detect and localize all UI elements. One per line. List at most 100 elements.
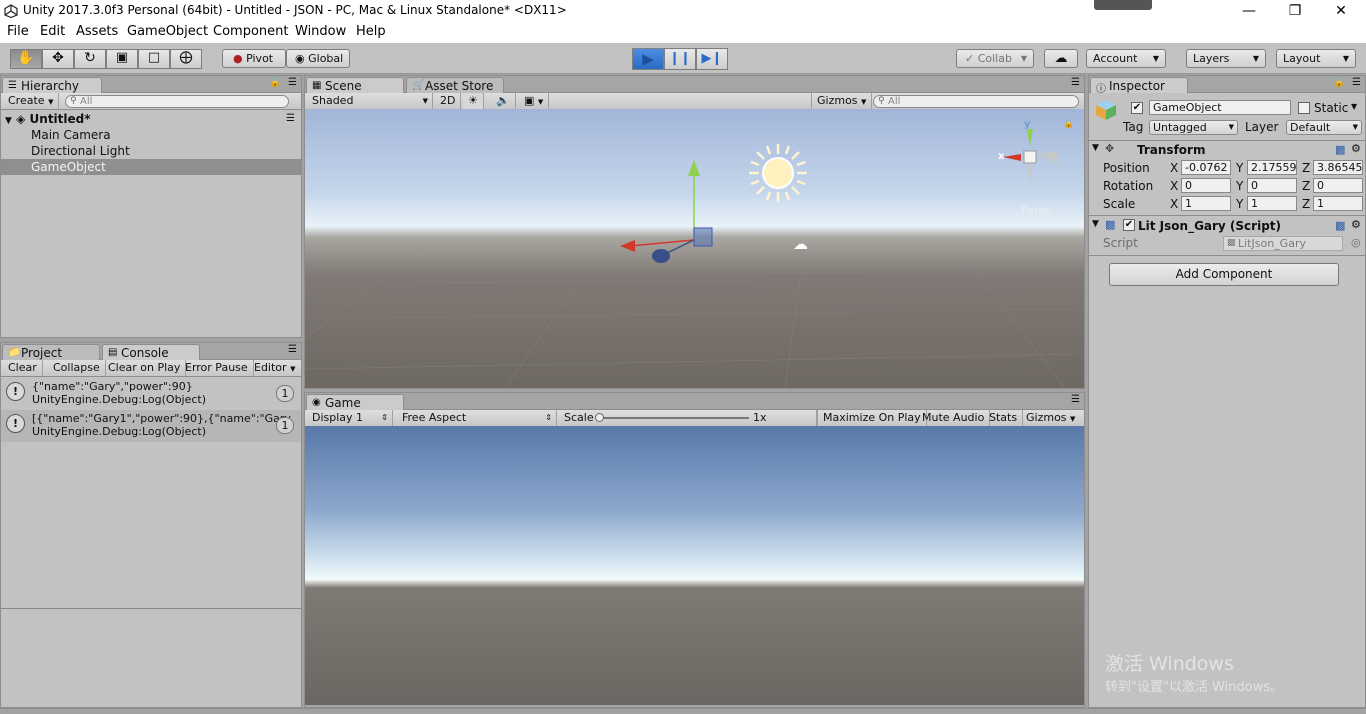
clear-button[interactable]: Clear (3, 360, 43, 376)
game-gizmos-dropdown[interactable]: Gizmos ▼ (1021, 410, 1080, 426)
panel-menu-icon[interactable]: ☰ (1352, 77, 1361, 88)
cloud-button[interactable]: ☁ (1044, 49, 1078, 68)
hand-tool-button[interactable]: ✋ (10, 49, 42, 69)
panel-menu-icon[interactable]: ☰ (288, 77, 297, 88)
clear-on-play-button[interactable]: Clear on Play (103, 360, 187, 376)
panel-menu-icon[interactable]: ☰ (1071, 77, 1080, 88)
active-checkbox[interactable]: ✔ (1131, 102, 1143, 114)
menu-window[interactable]: Window (295, 24, 346, 39)
tab-game[interactable]: ◉ Game (306, 394, 404, 410)
gear-icon[interactable]: ⚙ (1351, 218, 1361, 231)
tab-scene[interactable]: ▦ Scene (306, 77, 404, 93)
tab-asset-store[interactable]: 🛒 Asset Store (406, 77, 504, 93)
transform-header[interactable]: ▼ ✥ Transform ▩ ⚙ (1089, 142, 1365, 158)
move-tool-button[interactable]: ✥ (42, 49, 74, 69)
pause-button[interactable]: ❙❙ (664, 48, 696, 70)
hierarchy-item-directional-light[interactable]: Directional Light (1, 143, 301, 159)
stats-toggle[interactable]: Stats (984, 410, 1024, 426)
step-button[interactable]: ▶❙ (696, 48, 728, 70)
menu-assets[interactable]: Assets (76, 24, 118, 39)
position-z-field[interactable]: 3.86545 (1313, 160, 1363, 175)
collab-dropdown[interactable]: ✓ Collab ▼ (956, 49, 1034, 68)
script-component-header[interactable]: ▼ ▩ ✔ Lit Json_Gary (Script) ▩ ⚙ (1089, 218, 1365, 234)
effects-dropdown[interactable]: ▣ ▼ (519, 93, 550, 109)
scene-menu-icon[interactable]: ☰ (286, 111, 295, 127)
display-dropdown[interactable]: Display 1 ⇕ (307, 410, 393, 426)
play-button[interactable]: ▶ (632, 48, 664, 70)
lighting-toggle[interactable]: ☀ (463, 93, 484, 109)
minimize-button[interactable]: — (1226, 0, 1272, 22)
tab-hierarchy[interactable]: ☰ Hierarchy (2, 77, 102, 93)
lock-icon[interactable]: 🔒 (1334, 78, 1345, 88)
hierarchy-item-gameobject[interactable]: GameObject (1, 159, 301, 175)
restore-button[interactable]: ❐ (1272, 0, 1318, 22)
orientation-gizmo[interactable] (995, 123, 1065, 193)
rotate-tool-button[interactable]: ↻ (74, 49, 106, 69)
pivot-toggle[interactable]: ● Pivot (222, 49, 286, 68)
move-gizmo[interactable] (615, 154, 735, 264)
menu-component[interactable]: Component (213, 24, 288, 39)
scene-search-input[interactable]: ⚲ All (873, 95, 1079, 108)
help-icon[interactable]: ▩ (1335, 219, 1345, 232)
collapse-button[interactable]: Collapse (48, 360, 106, 376)
maximize-on-play-toggle[interactable]: Maximize On Play (817, 410, 927, 426)
account-dropdown[interactable]: Account ▼ (1086, 49, 1166, 68)
directional-light-sun-icon[interactable] (747, 142, 809, 204)
hierarchy-item-main-camera[interactable]: Main Camera (1, 127, 301, 143)
static-checkbox[interactable] (1298, 102, 1310, 114)
position-y-field[interactable]: 2.17559 (1247, 160, 1297, 175)
rotation-x-field[interactable]: 0 (1181, 178, 1231, 193)
layout-dropdown[interactable]: Layout ▼ (1276, 49, 1356, 68)
camera-gizmo-icon[interactable]: ☁ (793, 235, 808, 253)
gear-icon[interactable]: ⚙ (1351, 142, 1361, 155)
hierarchy-search-input[interactable]: ⚲ All (65, 95, 289, 108)
layer-dropdown[interactable]: Default ▼ (1286, 120, 1362, 135)
shading-dropdown[interactable]: Shaded ▼ (307, 93, 433, 109)
scene-viewport[interactable]: ☁ y x Persp 🔒 (305, 109, 1084, 388)
scale-y-field[interactable]: 1 (1247, 196, 1297, 211)
game-viewport[interactable] (305, 426, 1084, 705)
scene-root-row[interactable]: ▼ ◈ Untitled* ☰ (1, 111, 301, 127)
tab-inspector[interactable]: ⓘ Inspector (1090, 77, 1188, 95)
script-reference-field[interactable]: ▩ LitJson_Gary (1223, 236, 1343, 251)
transform-tool-button[interactable]: ⨁ (170, 49, 202, 69)
persp-label[interactable]: Persp (1021, 204, 1051, 217)
rotation-z-field[interactable]: 0 (1313, 178, 1363, 193)
scale-tool-button[interactable]: ▣ (106, 49, 138, 69)
editor-dropdown[interactable]: Editor ▼ (249, 360, 300, 376)
tab-console[interactable]: ▤ Console (102, 344, 200, 360)
help-icon[interactable]: ▩ (1335, 143, 1345, 156)
rotation-y-field[interactable]: 0 (1247, 178, 1297, 193)
add-component-button[interactable]: Add Component (1109, 263, 1339, 286)
scale-slider-thumb[interactable] (595, 413, 604, 422)
create-dropdown[interactable]: Create ▼ (3, 93, 60, 109)
static-dropdown-arrow-icon[interactable]: ▼ (1351, 102, 1357, 111)
menu-file[interactable]: File (7, 24, 29, 39)
scene-gizmos-dropdown[interactable]: Gizmos ▼ (811, 93, 873, 109)
console-entry[interactable]: ! {"name":"Gary","power":90} UnityEngine… (1, 378, 301, 410)
aspect-dropdown[interactable]: Free Aspect ⇕ (397, 410, 557, 426)
panel-menu-icon[interactable]: ☰ (288, 344, 297, 355)
audio-toggle[interactable]: 🔈 (491, 93, 516, 109)
menu-gameobject[interactable]: GameObject (127, 24, 208, 39)
layers-dropdown[interactable]: Layers ▼ (1186, 49, 1266, 68)
global-toggle[interactable]: ◉ Global (286, 49, 350, 68)
error-pause-button[interactable]: Error Pause (180, 360, 254, 376)
object-name-field[interactable]: GameObject (1149, 100, 1291, 115)
rect-tool-button[interactable]: □ (138, 49, 170, 69)
lock-icon[interactable]: 🔒 (1063, 119, 1074, 129)
scale-slider[interactable]: Scale 1x (559, 410, 817, 426)
tab-project[interactable]: 📁 Project (2, 344, 100, 360)
close-button[interactable]: ✕ (1318, 0, 1364, 22)
object-picker-icon[interactable]: ◎ (1351, 236, 1361, 249)
console-entry[interactable]: ! [{"name":"Gary1","power":90},{"name":"… (1, 410, 301, 442)
panel-menu-icon[interactable]: ☰ (1071, 394, 1080, 405)
mute-audio-toggle[interactable]: Mute Audio (917, 410, 991, 426)
menu-help[interactable]: Help (356, 24, 386, 39)
scale-x-field[interactable]: 1 (1181, 196, 1231, 211)
position-x-field[interactable]: -0.0762 (1181, 160, 1231, 175)
script-enabled-checkbox[interactable]: ✔ (1123, 219, 1135, 231)
tag-dropdown[interactable]: Untagged ▼ (1149, 120, 1238, 135)
lock-icon[interactable]: 🔒 (270, 78, 281, 88)
menu-edit[interactable]: Edit (40, 24, 65, 39)
